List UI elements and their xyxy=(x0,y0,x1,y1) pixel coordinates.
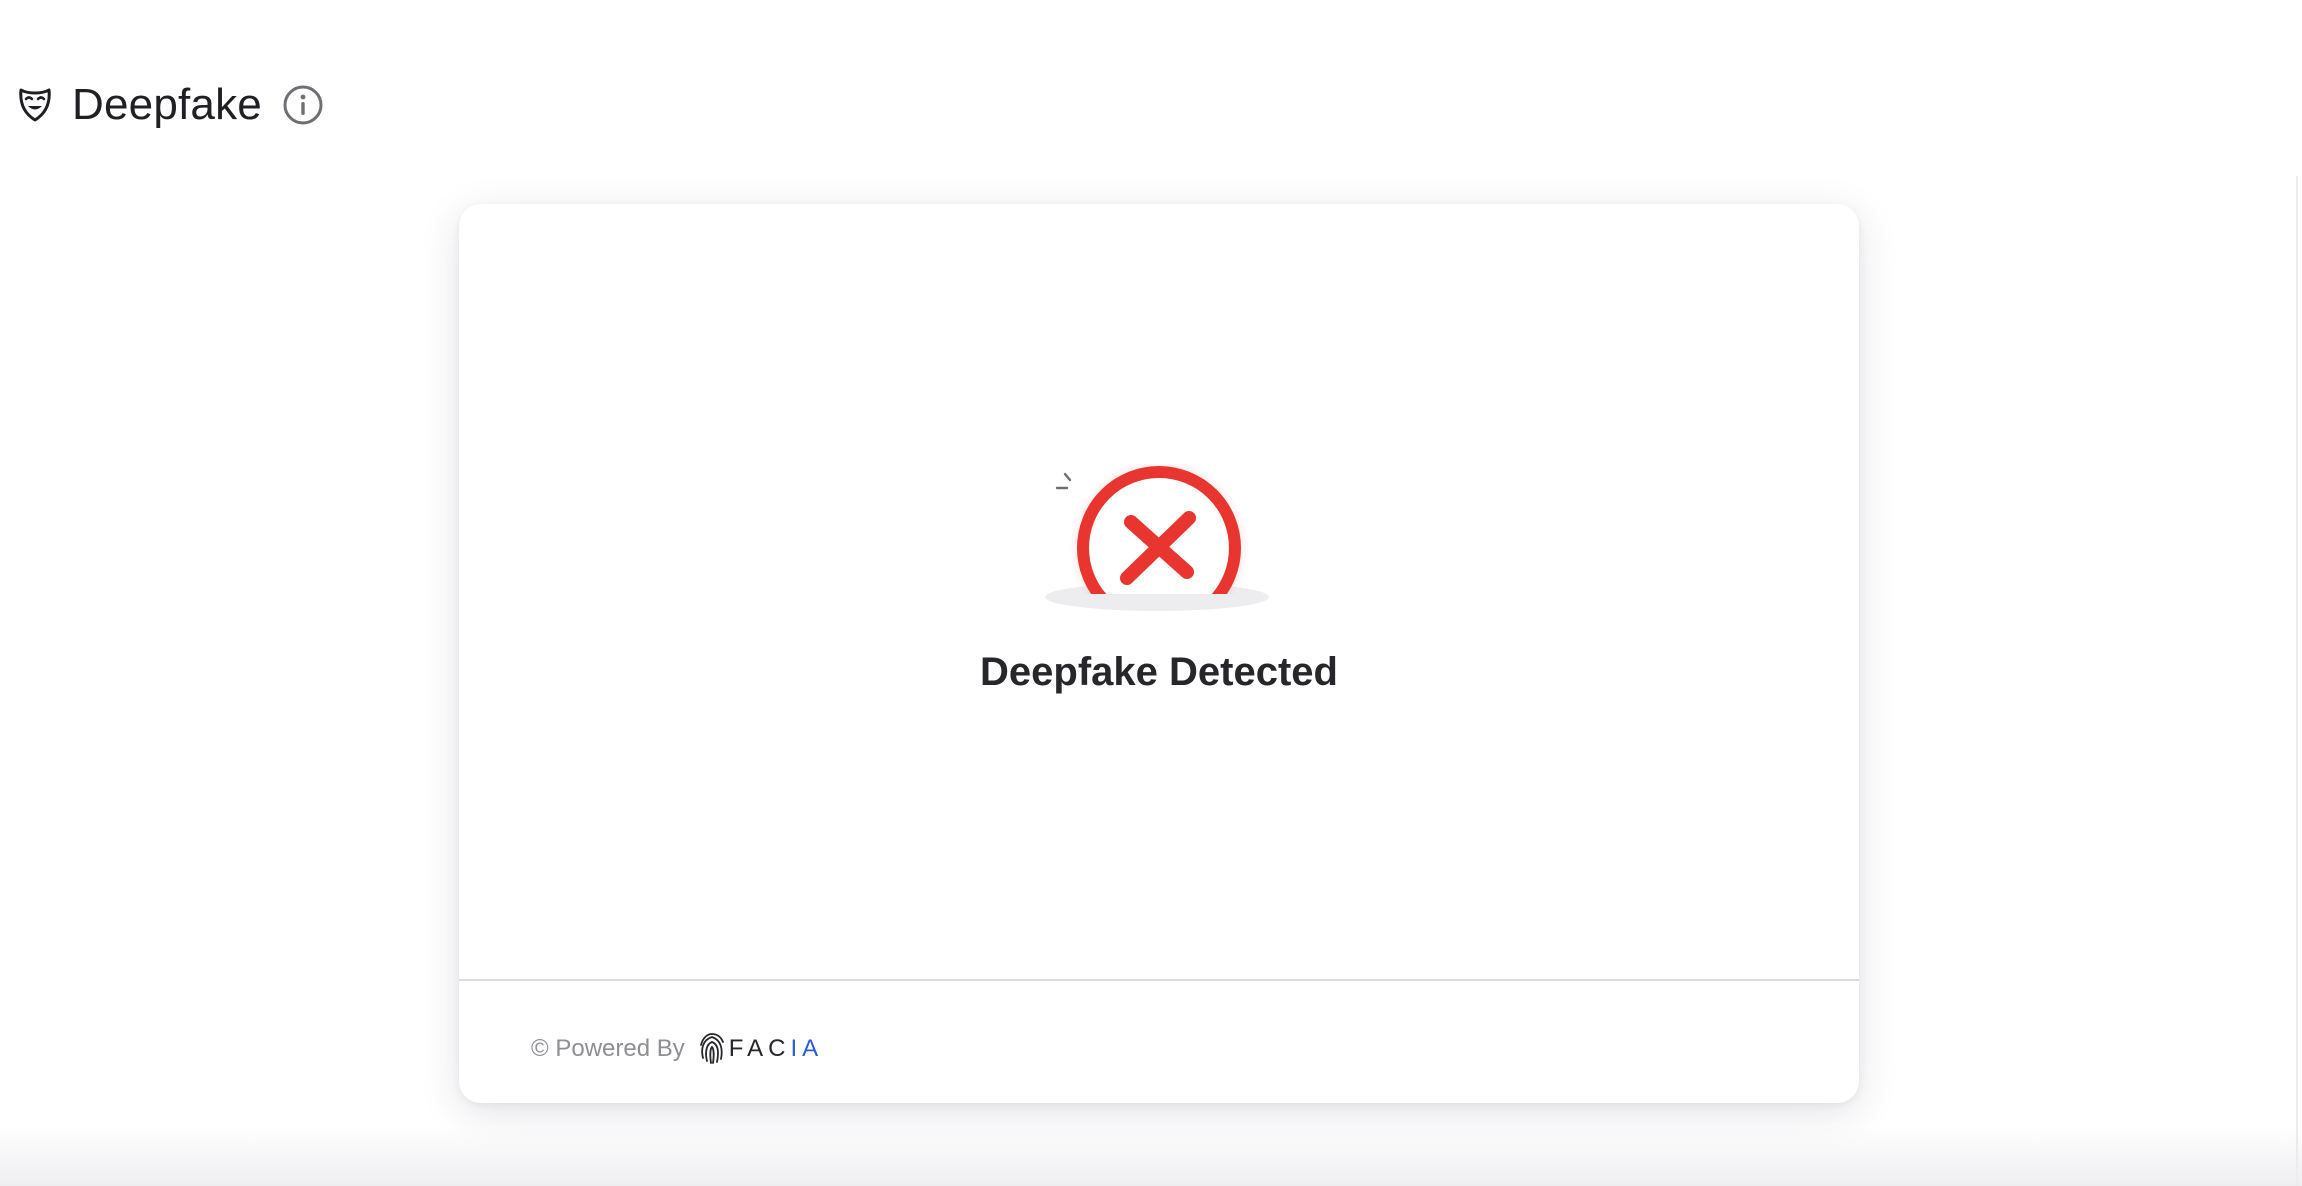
brand-name-accent: IA xyxy=(790,1035,824,1062)
powered-by-text: © Powered By xyxy=(531,1035,685,1062)
theater-mask-icon xyxy=(18,86,52,124)
page: Deepfake Deepfake Detected © Powered By … xyxy=(0,0,2302,1186)
facia-logo[interactable]: FACIA xyxy=(699,1032,823,1066)
brand-name: FACIA xyxy=(729,1035,823,1063)
bottom-fade xyxy=(0,1126,2302,1186)
footer-divider xyxy=(459,979,1859,981)
powered-by-footer: © Powered By FACIA xyxy=(531,1024,823,1074)
red-x-circle-icon xyxy=(1029,464,1289,624)
page-title: Deepfake xyxy=(72,80,262,129)
info-icon[interactable] xyxy=(282,84,324,126)
page-header: Deepfake xyxy=(18,70,324,140)
right-edge-rule xyxy=(2296,176,2298,1186)
brand-name-main: FAC xyxy=(728,1035,791,1062)
result-status: Deepfake Detected xyxy=(980,650,1338,694)
result-card: Deepfake Detected © Powered By FACIA xyxy=(459,204,1859,1103)
fingerprint-icon xyxy=(699,1032,725,1066)
result-card-body: Deepfake Detected xyxy=(459,204,1859,979)
